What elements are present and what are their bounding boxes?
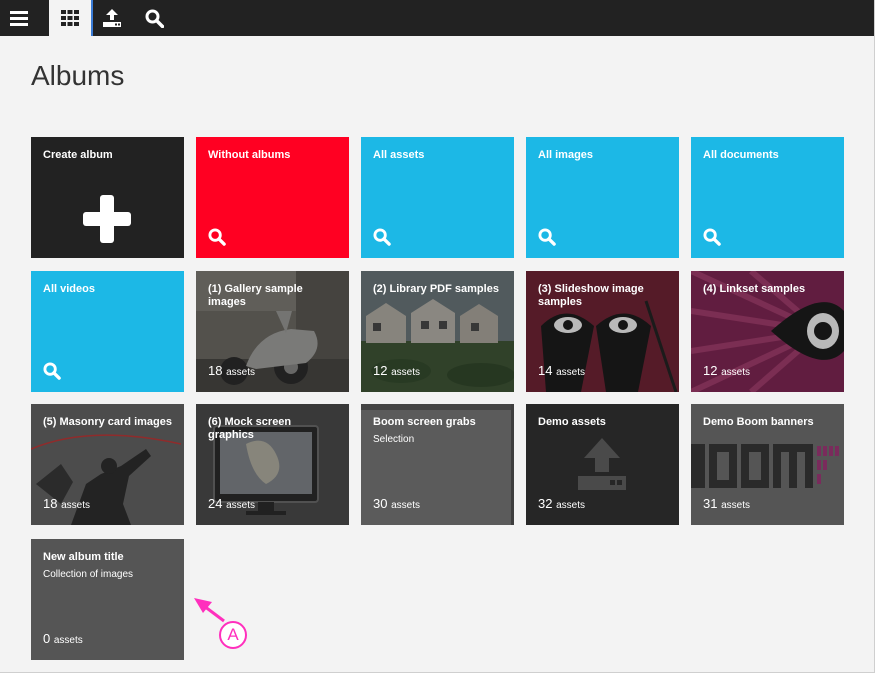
upload-icon	[103, 9, 121, 27]
all-videos-tile[interactable]: All videos	[31, 271, 184, 392]
search-icon	[373, 228, 391, 246]
tile-title: (5) Masonry card images	[43, 416, 172, 428]
hamburger-menu-icon	[10, 10, 28, 26]
search-icon	[43, 362, 61, 380]
tile-title: (3) Slideshow image samples	[538, 283, 644, 308]
tile-title: All documents	[703, 149, 779, 161]
all-assets-tile[interactable]: All assets	[361, 137, 514, 258]
annotation-callout-a: A	[190, 590, 260, 660]
asset-count: 12 assets	[703, 363, 750, 378]
tile-title: (6) Mock screen graphics	[208, 416, 292, 441]
tile-title: (1) Gallery sample images	[208, 283, 303, 308]
album-tile-slideshow-samples[interactable]: (3) Slideshow image samples 14 assets	[526, 271, 679, 392]
search-button[interactable]	[134, 0, 174, 36]
search-icon	[538, 228, 556, 246]
all-images-tile[interactable]: All images	[526, 137, 679, 258]
tile-title: All images	[538, 149, 594, 161]
upload-button[interactable]	[92, 0, 132, 36]
page-title: Albums	[31, 60, 125, 91]
tile-title: Boom screen grabs	[373, 416, 476, 428]
tile-title: Demo Boom banners	[703, 416, 814, 428]
album-tile-demo-assets[interactable]: Demo assets 32 assets	[526, 404, 679, 525]
album-tile-mock-screen-graphics[interactable]: (6) Mock screen graphics 24 assets	[196, 404, 349, 525]
tile-title: New album title	[43, 551, 124, 563]
asset-count: 32 assets	[538, 496, 585, 511]
album-tile-demo-boom-banners[interactable]: Demo Boom banners 31 assets	[691, 404, 844, 525]
asset-count: 24 assets	[208, 496, 255, 511]
tile-subtitle: Collection of images	[43, 569, 134, 580]
album-tile-new-album[interactable]: New album title Collection of images 0 a…	[31, 539, 184, 660]
album-tile-masonry-card-images[interactable]: (5) Masonry card images 18 assets	[31, 404, 184, 525]
without-albums-tile[interactable]: Without albums	[196, 137, 349, 258]
search-icon	[145, 9, 164, 28]
tile-subtitle: Selection	[373, 434, 415, 445]
top-toolbar	[0, 0, 874, 36]
asset-count: 12 assets	[373, 363, 420, 378]
grid-icon	[61, 10, 79, 26]
tile-title: Create album	[43, 149, 113, 161]
asset-count: 0 assets	[43, 631, 83, 646]
album-tile-library-pdf-samples[interactable]: (2) Library PDF samples 12 assets	[361, 271, 514, 392]
asset-count: 31 assets	[703, 496, 750, 511]
tile-title: All videos	[43, 283, 95, 295]
plus-icon	[83, 195, 131, 243]
album-tile-linkset-samples[interactable]: (4) Linkset samples 12 assets	[691, 271, 844, 392]
annotation-arrow-icon	[194, 598, 247, 649]
asset-count: 18 assets	[43, 496, 90, 511]
search-icon	[703, 228, 721, 246]
menu-button[interactable]	[0, 0, 38, 36]
asset-count: 18 assets	[208, 363, 255, 378]
tile-title: Without albums	[208, 149, 291, 161]
all-documents-tile[interactable]: All documents	[691, 137, 844, 258]
tile-title: (2) Library PDF samples	[373, 283, 499, 295]
album-tile-boom-screen-grabs[interactable]: Boom screen grabs Selection 30 assets	[361, 404, 514, 525]
annotation-label: A	[227, 625, 239, 644]
asset-count: 30 assets	[373, 496, 420, 511]
grid-view-button[interactable]	[49, 0, 91, 36]
album-tile-gallery-samples[interactable]: (1) Gallery sample images 18 assets	[196, 271, 349, 392]
create-album-tile[interactable]: Create album	[31, 137, 184, 258]
asset-count: 14 assets	[538, 363, 585, 378]
tile-title: All assets	[373, 149, 425, 161]
tile-title: Demo assets	[538, 416, 606, 428]
search-icon	[208, 228, 226, 246]
app-frame: Albums Create album Without albums All a…	[0, 0, 875, 673]
tile-title: (4) Linkset samples	[703, 283, 806, 295]
